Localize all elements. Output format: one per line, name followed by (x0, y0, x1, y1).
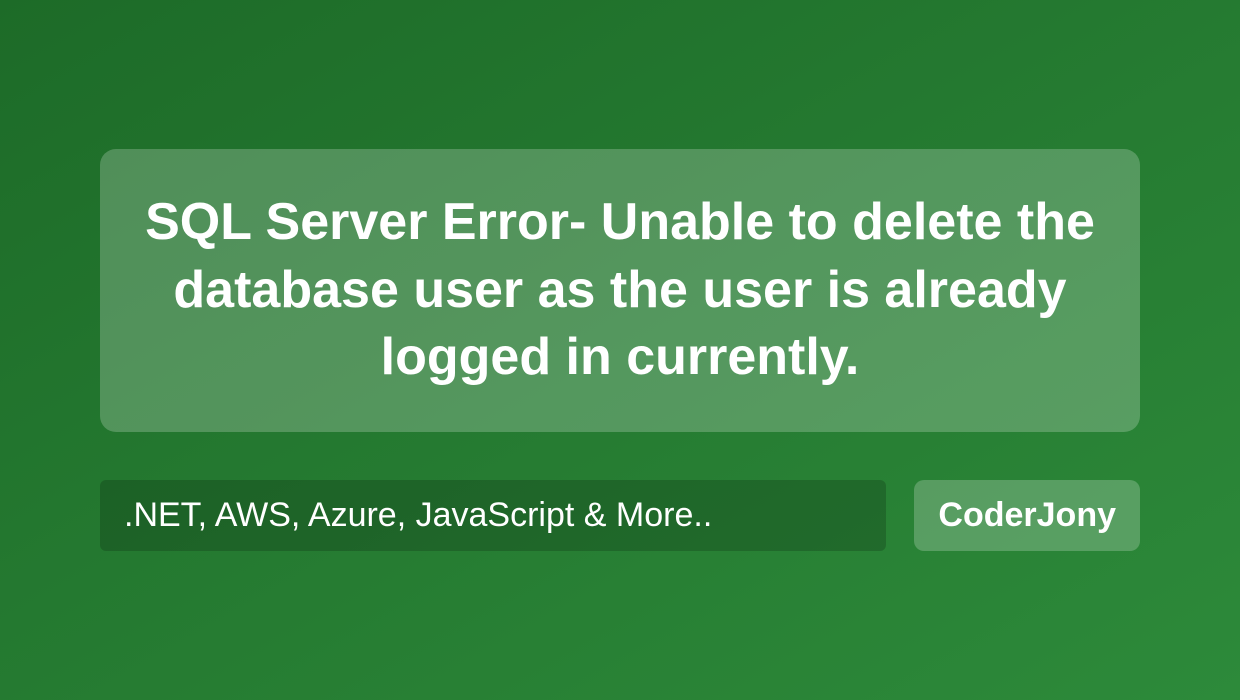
title-card: SQL Server Error- Unable to delete the d… (100, 149, 1140, 432)
brand-card: CoderJony (914, 480, 1140, 551)
tags-text: .NET, AWS, Azure, JavaScript & More.. (124, 496, 712, 535)
bottom-row: .NET, AWS, Azure, JavaScript & More.. Co… (100, 480, 1140, 551)
brand-text: CoderJony (938, 496, 1116, 535)
tags-card: .NET, AWS, Azure, JavaScript & More.. (100, 480, 886, 551)
article-title: SQL Server Error- Unable to delete the d… (140, 189, 1100, 392)
